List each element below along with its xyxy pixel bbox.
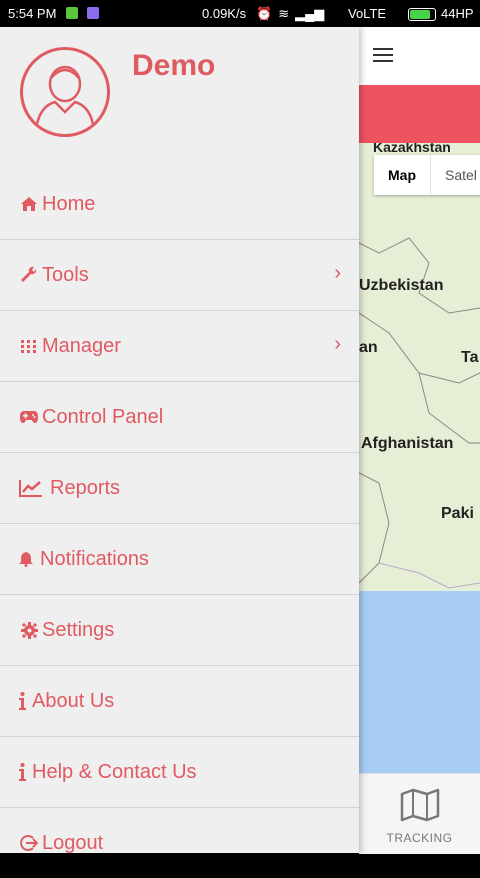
menu-item-label: Control Panel: [42, 405, 164, 428]
network-speed: 0.09K/s: [202, 6, 247, 21]
wrench-icon: [18, 266, 40, 284]
menu-item-settings[interactable]: Settings: [0, 595, 359, 666]
menu-item-label: Help & Contact Us: [32, 760, 197, 783]
ocean: [359, 591, 480, 773]
menu-item-notifications[interactable]: Notifications: [0, 524, 359, 595]
menu-item-label: Home: [42, 192, 96, 215]
battery-level: 44HP: [441, 6, 474, 21]
map-type-satellite-button[interactable]: Satel: [431, 155, 480, 195]
menu-item-reports[interactable]: Reports: [0, 453, 359, 524]
chevron-right-icon: ›: [334, 262, 341, 284]
menu-item-help-contact[interactable]: Help & Contact Us: [0, 737, 359, 808]
wifi-icon: ≋: [278, 6, 290, 21]
alarm-icon: ⏰: [256, 6, 273, 21]
bell-icon: [18, 551, 34, 567]
menu-item-label: Settings: [42, 618, 115, 641]
status-bar: 5:54 PM 0.09K/s ⏰ ≋ ▂▄▆ VoLTE 44HP: [0, 0, 480, 27]
chart-icon: [18, 479, 44, 497]
place-label: Paki: [441, 505, 474, 522]
menu-item-logout[interactable]: Logout: [0, 808, 359, 878]
user-icon: [35, 65, 95, 125]
drawer-menu: Home Tools › Manager › Control Panel Rep…: [0, 169, 359, 878]
menu-item-label: Tools: [42, 263, 89, 286]
map-icon: [400, 788, 439, 822]
menu-item-label: About Us: [32, 689, 115, 712]
menu-item-label: Manager: [42, 334, 121, 357]
menu-item-about-us[interactable]: About Us: [0, 666, 359, 737]
chevron-right-icon: ›: [334, 333, 341, 355]
navigation-drawer: Demo Home Tools › Manager › Control Pane…: [0, 27, 359, 854]
menu-icon[interactable]: [373, 48, 393, 62]
place-label: Afghanistan: [361, 435, 454, 452]
menu-item-label: Logout: [42, 831, 104, 854]
app-toolbar: [359, 27, 480, 85]
menu-item-manager[interactable]: Manager ›: [0, 311, 359, 382]
map-view[interactable]: Kazakhstan Uzbekistan an Ta Afghanistan …: [359, 143, 480, 773]
app-notification-icon: [66, 7, 78, 19]
tracking-label: TRACKING: [386, 831, 453, 845]
logout-icon: [18, 834, 40, 852]
menu-item-home[interactable]: Home: [0, 169, 359, 240]
header-band: [359, 85, 480, 143]
battery-icon: [408, 8, 436, 21]
map-screen: Kazakhstan Uzbekistan an Ta Afghanistan …: [359, 27, 480, 854]
home-icon: [18, 196, 40, 212]
place-label: Ta: [461, 349, 479, 366]
app-notification-icon-2: [87, 7, 99, 19]
menu-item-label: Notifications: [40, 547, 149, 570]
signal-icon: ▂▄▆: [295, 6, 325, 21]
grid-icon: [18, 339, 40, 353]
menu-item-label: Reports: [50, 476, 121, 499]
gear-icon: [18, 621, 40, 639]
menu-item-tools[interactable]: Tools ›: [0, 240, 359, 311]
place-label: an: [359, 339, 378, 356]
status-time: 5:54 PM: [8, 6, 57, 21]
menu-item-control-panel[interactable]: Control Panel: [0, 382, 359, 453]
place-label: Kazakhstan: [373, 143, 451, 155]
info-icon: [18, 692, 26, 710]
bottom-nav-tracking[interactable]: TRACKING: [359, 773, 480, 854]
place-label: Uzbekistan: [359, 277, 444, 294]
username: Demo: [132, 49, 216, 82]
map-type-map-button[interactable]: Map: [374, 155, 431, 195]
status-icons: ⏰ ≋ ▂▄▆: [256, 6, 324, 22]
info-icon: [18, 763, 26, 781]
avatar[interactable]: [20, 47, 110, 137]
gamepad-icon: [18, 410, 40, 424]
map-type-toggle: Map Satel: [374, 155, 480, 195]
network-type: VoLTE: [348, 6, 387, 21]
